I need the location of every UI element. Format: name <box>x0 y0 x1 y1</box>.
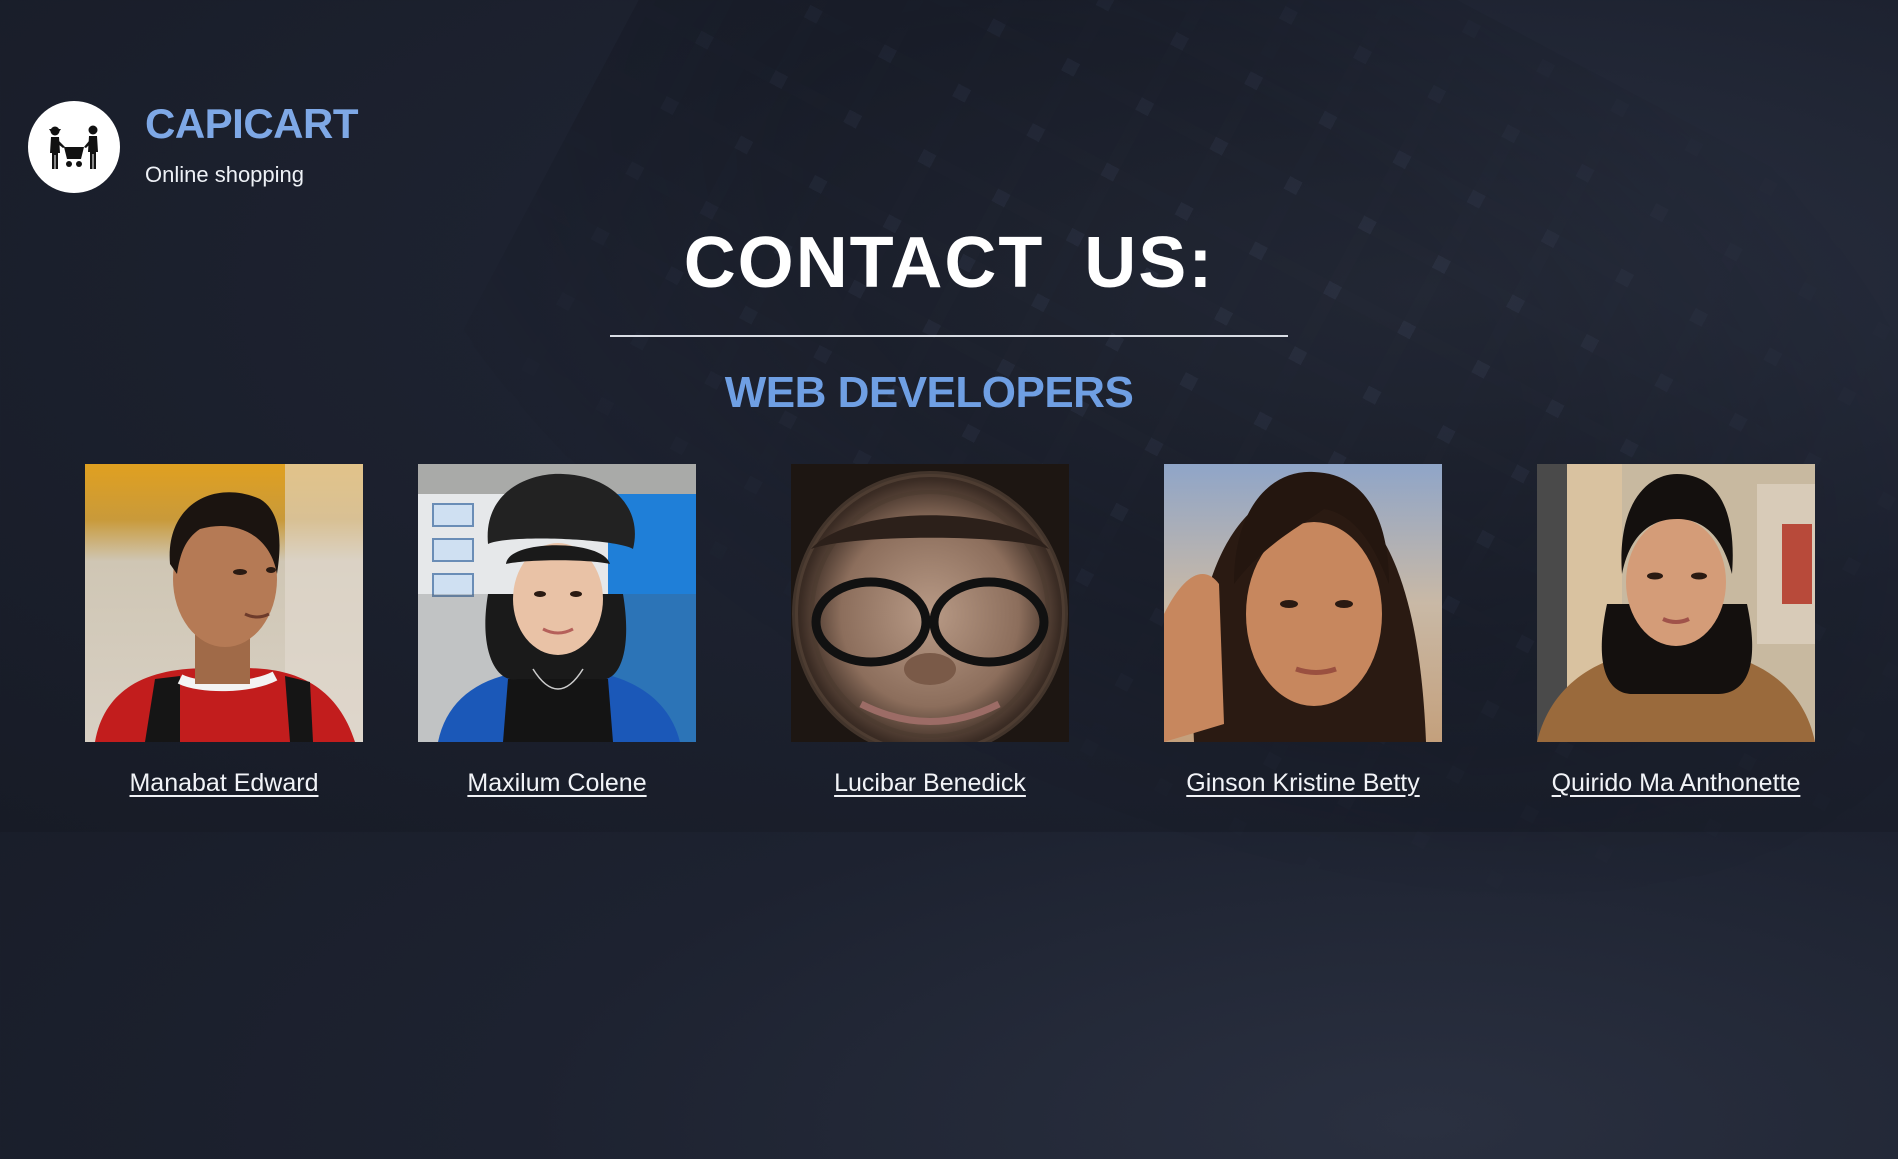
brand-name[interactable]: CAPICART <box>145 100 359 148</box>
developer-name[interactable]: Ginson Kristine Betty <box>1124 769 1482 798</box>
developer-name[interactable]: Maxilum Colene <box>378 769 736 798</box>
developer-name[interactable]: Manabat Edward <box>45 769 403 798</box>
page-title: CONTACT US: <box>683 223 1215 303</box>
developer-name[interactable]: Lucibar Benedick <box>751 769 1109 798</box>
brand-tagline: Online shopping <box>145 162 305 187</box>
developer-card: Lucibar Benedick <box>791 464 1069 797</box>
section-title: WEB DEVELOPERS <box>724 368 1134 417</box>
developer-card: Ginson Kristine Betty <box>1164 464 1442 797</box>
developer-card: Quirido Ma Anthonette <box>1537 464 1815 797</box>
developer-name[interactable]: Quirido Ma Anthonette <box>1497 769 1855 798</box>
developer-card: Maxilum Colene <box>418 464 696 797</box>
developer-photo <box>418 464 696 742</box>
developer-photo <box>791 464 1069 742</box>
shopping-couple-icon <box>49 125 98 169</box>
developer-card: Manabat Edward <box>85 464 363 797</box>
developer-photo <box>1537 464 1815 742</box>
developer-photo <box>85 464 363 742</box>
capicart-logo[interactable] <box>28 101 120 193</box>
developer-photo <box>1164 464 1442 742</box>
title-divider <box>610 335 1288 337</box>
